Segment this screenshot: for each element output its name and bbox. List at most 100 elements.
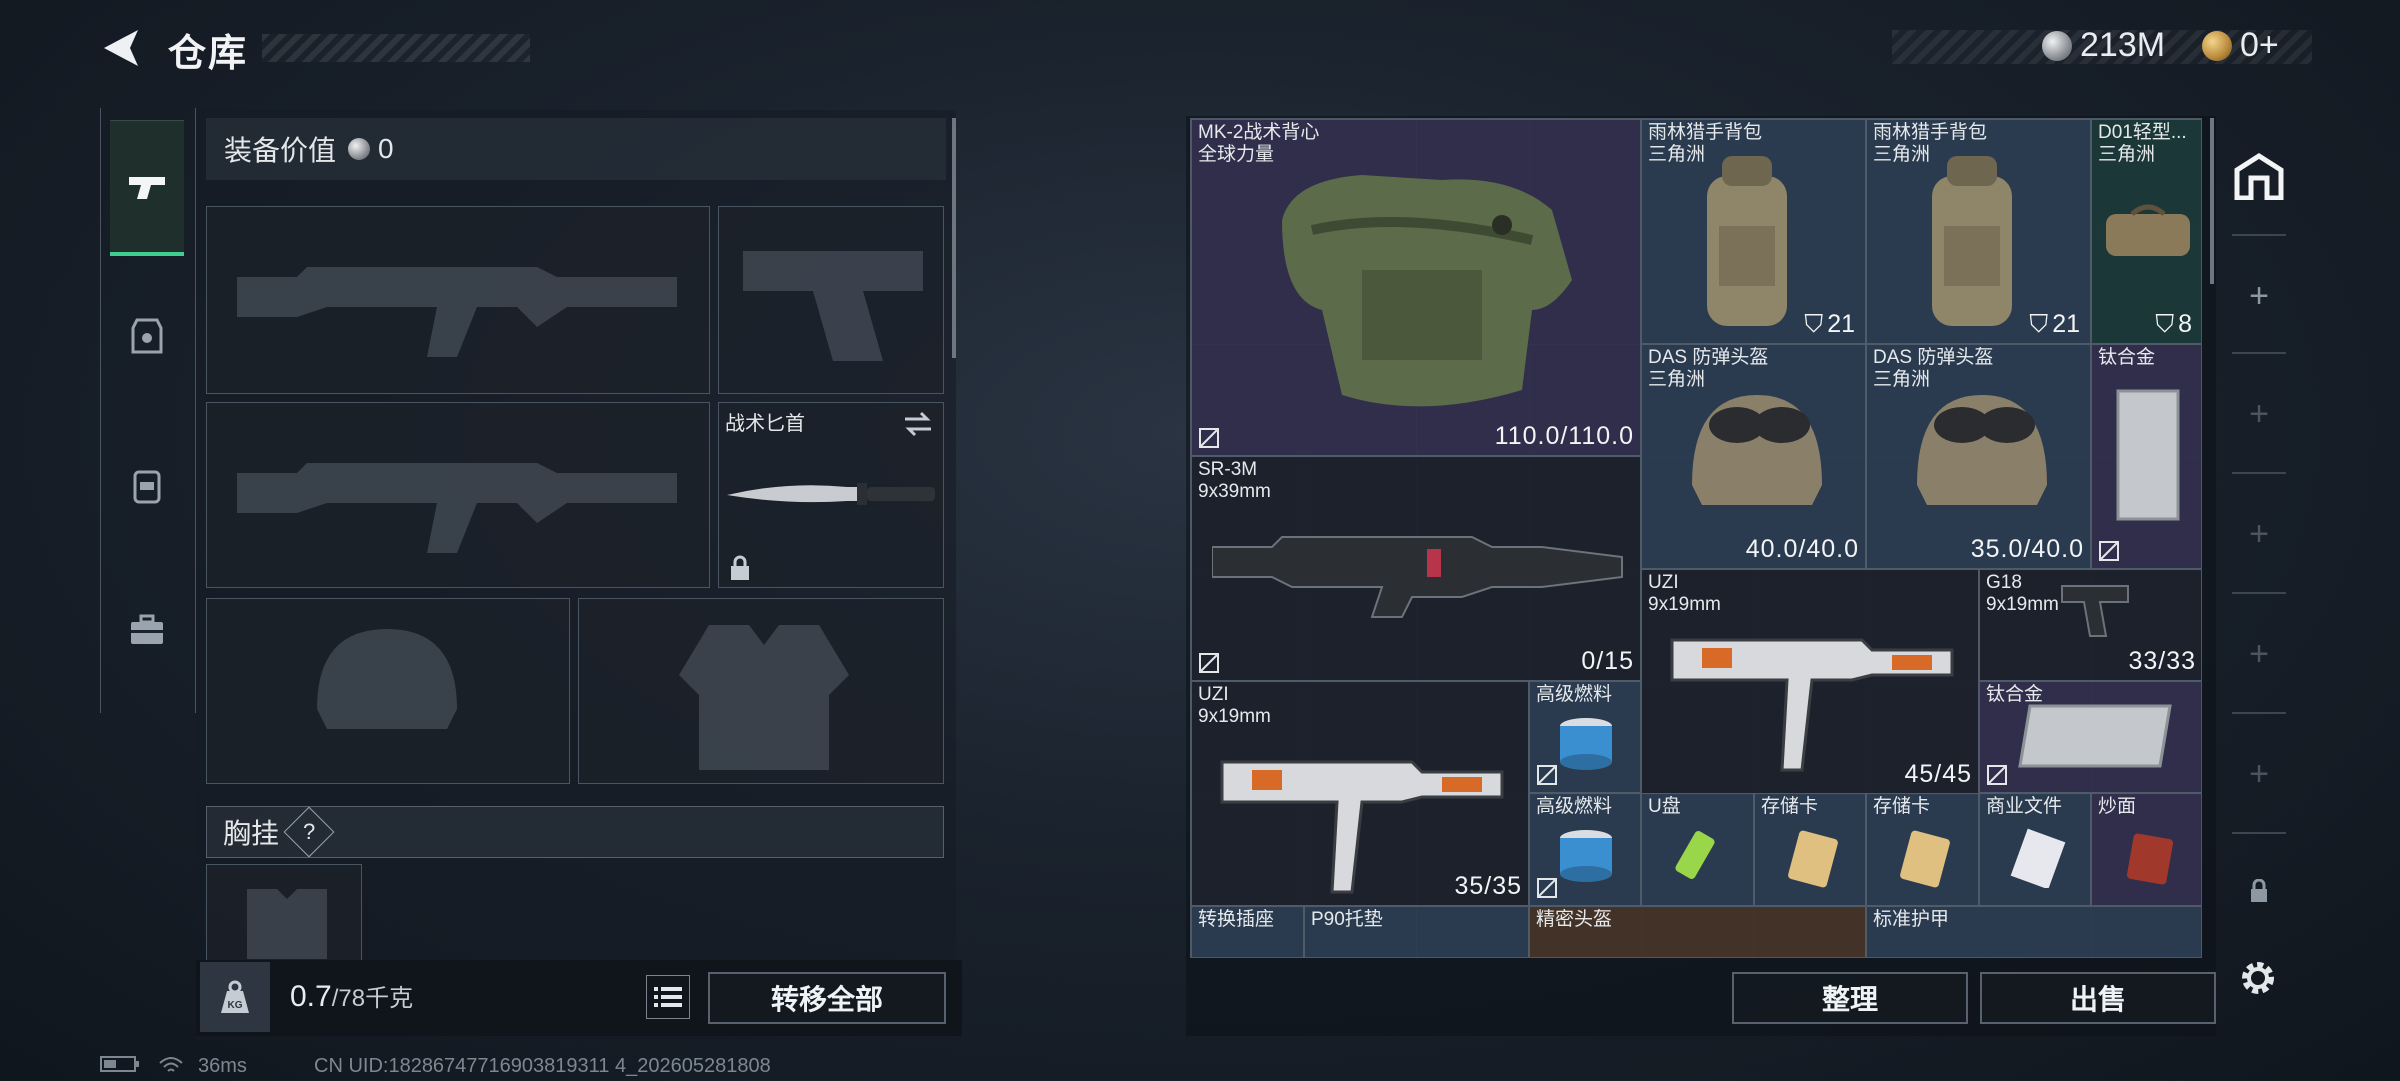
uid-readout: CN UID:18286747716903819311 4_2026052818…: [314, 1055, 771, 1077]
stash-scrollbar[interactable]: [2210, 118, 2214, 284]
back-arrow-icon: [104, 30, 138, 66]
chest-rig-slot[interactable]: [206, 864, 362, 960]
stash-item-standard-armor[interactable]: 标准护甲: [1866, 906, 2201, 957]
fuel-can-icon: [1560, 718, 1612, 770]
ping-readout: 36ms: [198, 1055, 247, 1077]
stash-page-locked[interactable]: [2218, 866, 2300, 916]
silver-coin-icon: [348, 138, 371, 160]
title-decoration: [262, 34, 530, 62]
stash-item-precision-helmet[interactable]: 精密头盔: [1529, 906, 1866, 957]
stash-item-titanium[interactable]: 钛合金: [2091, 344, 2201, 569]
stash-grid: MK-2战术背心 全球力量 110.0/110.0 雨林猎手背包 三角洲 ⛉ 21 雨…: [1190, 118, 2202, 958]
stash-page-add-button[interactable]: +: [2218, 624, 2300, 684]
currency-gold[interactable]: 0+: [2202, 26, 2279, 65]
melee-slot[interactable]: 战术匕首: [718, 402, 944, 588]
rifle-silhouette-icon: [237, 267, 677, 357]
backpack-icon: [1707, 156, 1787, 326]
loadout-scrollbar[interactable]: [952, 118, 956, 358]
stash-item-power-adapter[interactable]: 转换插座: [1191, 906, 1304, 957]
chest-rig-header: 胸挂 ?: [206, 806, 944, 858]
chest-rig-help-button[interactable]: ?: [283, 806, 335, 858]
armor-icon: [131, 318, 163, 354]
stash-page-add-button[interactable]: +: [2218, 266, 2300, 326]
stash-item-memory-card[interactable]: 存储卡: [1866, 793, 1979, 906]
stash-item-sr3m[interactable]: SR-3M 9x39mm 0/15: [1191, 456, 1641, 681]
svg-text:KG: KG: [228, 1000, 243, 1011]
memory-card-icon: [1900, 830, 1950, 888]
stash-item-uzi[interactable]: UZI 9x19mm 45/45: [1641, 569, 1979, 794]
backpack-icon: [1932, 156, 2012, 326]
document-icon: [2010, 828, 2066, 888]
knife-icon: [727, 483, 935, 505]
capacity-icon: ⛉: [1804, 310, 1824, 338]
equipment-value-bar: 装备价值 0: [206, 118, 946, 180]
stash-item-uzi[interactable]: UZI 9x19mm 35/35: [1191, 681, 1529, 906]
helmet-slot[interactable]: [206, 598, 570, 784]
helmet-icon: [1692, 395, 1822, 505]
not-sellable-icon: [1537, 878, 1557, 898]
not-sellable-icon: [1537, 765, 1557, 785]
stash-page-add-button[interactable]: +: [2218, 504, 2300, 564]
tab-backpack[interactable]: [110, 418, 184, 554]
usb-drive-icon: [1675, 831, 1715, 879]
stash-item-backpack[interactable]: 雨林猎手背包 三角洲 ⛉ 21: [1641, 119, 1866, 344]
stash-item-das-helmet[interactable]: DAS 防弹头盔 三角洲 35.0/40.0: [1866, 344, 2091, 569]
not-sellable-icon: [1199, 653, 1219, 673]
plus-icon: +: [2249, 634, 2269, 673]
plus-icon: +: [2249, 394, 2269, 433]
titanium-ingot-icon: [2018, 704, 2172, 768]
back-button[interactable]: [100, 26, 144, 70]
stash-item-p90-pad[interactable]: P90托垫: [1304, 906, 1529, 957]
stash-item-premium-fuel[interactable]: 高级燃料: [1529, 681, 1641, 793]
stash-page-add-button[interactable]: +: [2218, 384, 2300, 444]
wifi-icon: [158, 1055, 184, 1081]
stash-item-backpack[interactable]: 雨林猎手背包 三角洲 ⛉ 21: [1866, 119, 2091, 344]
food-pack-icon: [2126, 833, 2174, 885]
sort-button[interactable]: 整理: [1732, 972, 1968, 1024]
chest-rig-silhouette-icon: [247, 889, 327, 959]
settings-button[interactable]: [2236, 956, 2280, 1000]
stash-item-memory-card[interactable]: 存储卡: [1754, 793, 1866, 906]
smg-icon: [1670, 638, 1954, 772]
transfer-all-button[interactable]: 转移全部: [708, 972, 946, 1024]
silver-coin-icon: [2042, 30, 2072, 61]
battery-icon: [100, 1055, 140, 1079]
pistol-icon: [129, 176, 165, 199]
capacity-icon: ⛉: [2155, 310, 2175, 338]
body-armor-slot[interactable]: [578, 598, 944, 784]
stash-home-icon: [2234, 153, 2284, 200]
stash-item-business-docs[interactable]: 商业文件: [1979, 793, 2091, 906]
primary-weapon-slot[interactable]: [206, 206, 710, 394]
stash-item-mk2-vest[interactable]: MK-2战术背心 全球力量 110.0/110.0: [1191, 119, 1641, 456]
stash-item-d01-bag[interactable]: D01轻型... 三角洲 ⛉ 8: [2091, 119, 2201, 344]
weight-button[interactable]: KG: [200, 962, 270, 1032]
stash-item-das-helmet[interactable]: DAS 防弹头盔 三角洲 40.0/40.0: [1641, 344, 1866, 569]
list-view-button[interactable]: [646, 975, 690, 1019]
sell-button[interactable]: 出售: [1980, 972, 2216, 1024]
plus-icon: +: [2249, 754, 2269, 793]
tab-armor[interactable]: [110, 268, 184, 404]
backpack-icon: [133, 470, 161, 504]
rifle-silhouette-icon: [237, 463, 677, 553]
stash-page-sidebar: + + + + +: [2218, 116, 2300, 956]
secondary-weapon-slot[interactable]: [206, 402, 710, 588]
pistol-icon: [2061, 585, 2129, 637]
tab-case[interactable]: [110, 562, 184, 698]
plus-icon: +: [2249, 276, 2269, 315]
list-icon: [654, 987, 682, 1007]
sidearm-slot[interactable]: [718, 206, 944, 394]
stash-item-usb-drive[interactable]: U盘: [1641, 793, 1754, 906]
tab-weapons[interactable]: [110, 120, 184, 256]
stash-item-fried-noodles[interactable]: 炒面: [2091, 793, 2201, 906]
lock-icon: [2251, 879, 2267, 902]
currency-silver[interactable]: 213M: [2042, 26, 2165, 65]
stash-item-titanium[interactable]: 钛合金: [1979, 681, 2201, 793]
stash-page-add-button[interactable]: +: [2218, 744, 2300, 804]
swap-icon[interactable]: [903, 411, 933, 437]
gold-coin-icon: [2202, 30, 2232, 61]
stash-item-g18[interactable]: G18 9x19mm 33/33: [1979, 569, 2201, 681]
stash-item-premium-fuel[interactable]: 高级燃料: [1529, 793, 1641, 906]
briefcase-icon: [131, 614, 163, 644]
capacity-icon: ⛉: [2029, 310, 2049, 338]
stash-home-button[interactable]: [2218, 146, 2300, 206]
